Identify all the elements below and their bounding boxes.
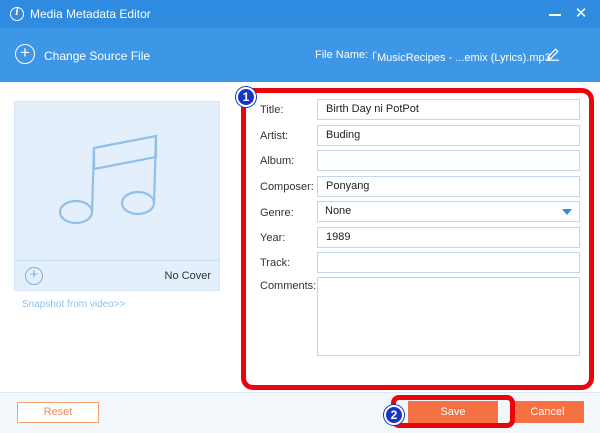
cancel-button[interactable]: Cancel (511, 401, 584, 423)
cover-footer: + No Cover (15, 260, 219, 290)
reset-button[interactable]: Reset (17, 402, 99, 423)
music-note-icon (59, 134, 158, 225)
close-button[interactable]: ✕ (571, 4, 591, 24)
step-badge-2: 2 (384, 405, 404, 425)
save-highlight-box (391, 395, 515, 428)
file-name-value: 「MusicRecipes - ...emix (Lyrics).mp3 (366, 52, 551, 64)
no-cover-label: No Cover (164, 270, 211, 282)
snapshot-from-video-link[interactable]: Snapshot from video>> (22, 299, 125, 310)
minimize-button[interactable] (545, 4, 565, 24)
step-badge-1: 1 (236, 87, 256, 107)
add-cover-button[interactable]: + (25, 267, 43, 285)
title-bar: i Media Metadata Editor ✕ (0, 0, 600, 28)
pencil-icon[interactable] (546, 47, 560, 61)
cover-art-panel: + No Cover (14, 101, 220, 291)
change-source-file-button[interactable]: Change Source File (44, 49, 150, 63)
close-icon: ✕ (574, 5, 588, 22)
form-highlight-box (241, 88, 594, 390)
add-circle-icon[interactable]: + (15, 44, 35, 64)
minimize-icon (549, 14, 561, 16)
header-bar: + Change Source File File Name: 「MusicRe… (0, 28, 600, 82)
file-name-label: File Name: (315, 49, 369, 61)
info-icon[interactable]: i (10, 7, 24, 21)
window-title: Media Metadata Editor (30, 7, 151, 21)
